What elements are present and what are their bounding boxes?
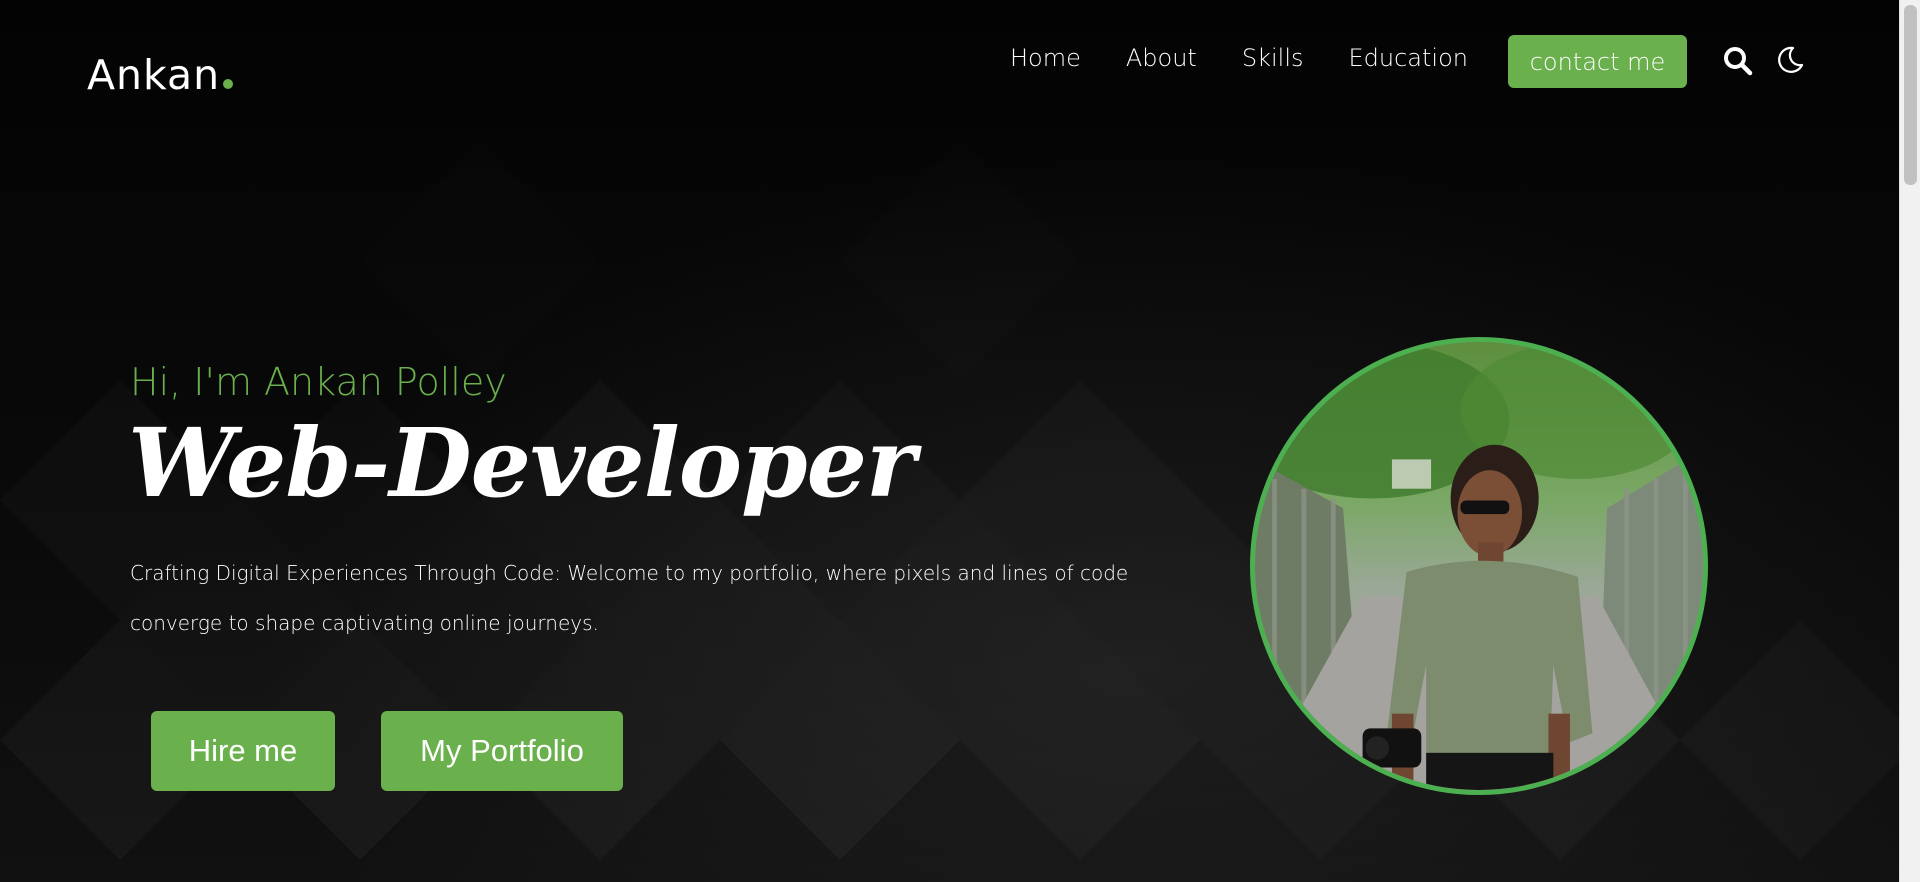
hire-me-button[interactable]: Hire me [151, 711, 335, 791]
logo-dot [223, 79, 234, 89]
hero-role: Web-Developer [128, 408, 916, 519]
scrollbar-thumb[interactable] [1904, 5, 1917, 185]
moon-icon[interactable] [1775, 45, 1805, 75]
hero-greeting: Hi, I'm Ankan Polley [130, 360, 507, 404]
nav-education[interactable]: Education [1348, 44, 1467, 72]
profile-photo [1250, 337, 1708, 795]
contact-button[interactable]: contact me [1508, 35, 1687, 88]
page-scrollbar[interactable] [1899, 0, 1920, 882]
logo[interactable]: Ankan [87, 51, 234, 99]
nav-home[interactable]: Home [1010, 44, 1081, 72]
nav-skills[interactable]: Skills [1242, 44, 1304, 72]
page: Ankan Home About Skills Education contac… [0, 0, 1899, 882]
nav-about[interactable]: About [1126, 44, 1197, 72]
profile-photo-illustration [1255, 342, 1703, 790]
main-nav: Home About Skills Education [1010, 44, 1513, 72]
hero-description: Crafting Digital Experiences Through Cod… [130, 561, 1129, 635]
search-icon[interactable] [1723, 46, 1753, 76]
my-portfolio-button[interactable]: My Portfolio [381, 711, 623, 791]
logo-text: Ankan [87, 51, 221, 99]
